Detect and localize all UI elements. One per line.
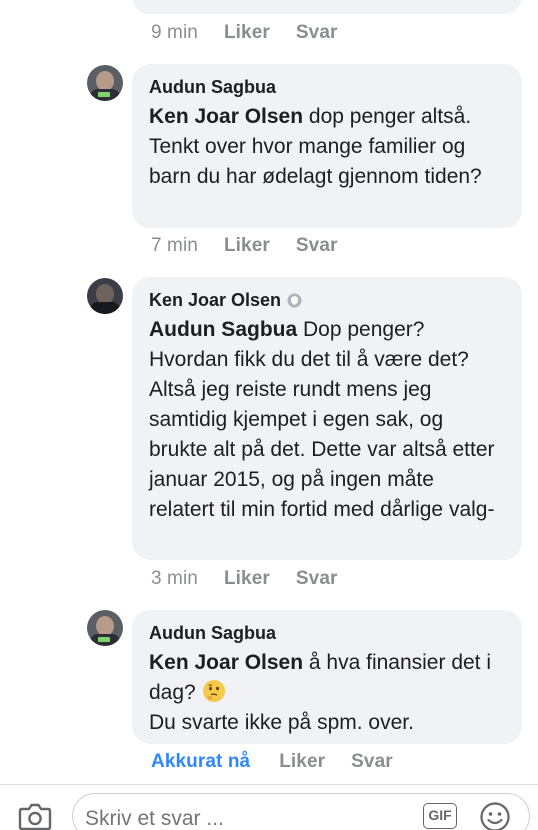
comment-timestamp[interactable]: 7 min — [151, 235, 198, 257]
thinking-face-icon — [202, 680, 225, 702]
mention-link[interactable]: Ken Joar Olsen — [149, 105, 303, 128]
comment-bubble: Ken Joar Olsen Audun Sagbua Dop penger? … — [132, 277, 522, 560]
comment-timestamp[interactable]: 9 min — [151, 22, 198, 44]
smiley-icon[interactable] — [479, 801, 511, 830]
reply-button[interactable]: Svar — [296, 22, 338, 44]
previous-comment-bubble — [132, 0, 522, 14]
reply-button[interactable]: Svar — [296, 568, 338, 590]
avatar[interactable] — [87, 610, 123, 646]
comment-actions: 7 min Liker Svar — [151, 233, 338, 259]
comment-bubble: Audun Sagbua Ken Joar Olsen dop penger a… — [132, 64, 522, 228]
reply-composer: GIF — [0, 785, 538, 830]
comment-text: Audun Sagbua Dop penger? Hvordan fikk du… — [149, 315, 505, 525]
comment-text: Ken Joar Olsen dop penger altså. Tenkt o… — [149, 102, 505, 192]
comment-body-line2: Du svarte ikke på spm. over. — [149, 711, 414, 734]
camera-icon[interactable] — [18, 801, 52, 830]
shield-icon — [287, 292, 302, 308]
reply-button[interactable]: Svar — [351, 751, 393, 773]
mention-link[interactable]: Ken Joar Olsen — [149, 651, 303, 674]
comment-timestamp[interactable]: Akkurat nå — [151, 751, 250, 773]
comment-author[interactable]: Ken Joar Olsen — [149, 289, 281, 311]
avatar[interactable] — [87, 278, 123, 314]
gif-button[interactable]: GIF — [423, 803, 457, 829]
reply-button[interactable]: Svar — [296, 235, 338, 257]
like-button[interactable]: Liker — [279, 751, 325, 773]
comment-text: Ken Joar Olsen å hva finansier det i dag… — [149, 648, 505, 738]
previous-comment-actions: 9 min Liker Svar — [151, 20, 338, 46]
comment-actions: Akkurat nå Liker Svar — [151, 749, 393, 775]
reply-input[interactable] — [85, 807, 405, 830]
comment-author-row: Ken Joar Olsen — [149, 289, 505, 311]
comment-bubble: Audun Sagbua Ken Joar Olsen å hva finans… — [132, 610, 522, 744]
comment-body: Dop penger? Hvordan fikk du det til å væ… — [149, 318, 495, 521]
like-button[interactable]: Liker — [224, 22, 270, 44]
like-button[interactable]: Liker — [224, 235, 270, 257]
like-button[interactable]: Liker — [224, 568, 270, 590]
comment-actions: 3 min Liker Svar — [151, 566, 338, 592]
avatar[interactable] — [87, 65, 123, 101]
reply-input-container: GIF — [72, 793, 530, 830]
comment-author[interactable]: Audun Sagbua — [149, 76, 505, 98]
comment-author[interactable]: Audun Sagbua — [149, 622, 505, 644]
comment-timestamp[interactable]: 3 min — [151, 568, 198, 590]
mention-link[interactable]: Audun Sagbua — [149, 318, 297, 341]
